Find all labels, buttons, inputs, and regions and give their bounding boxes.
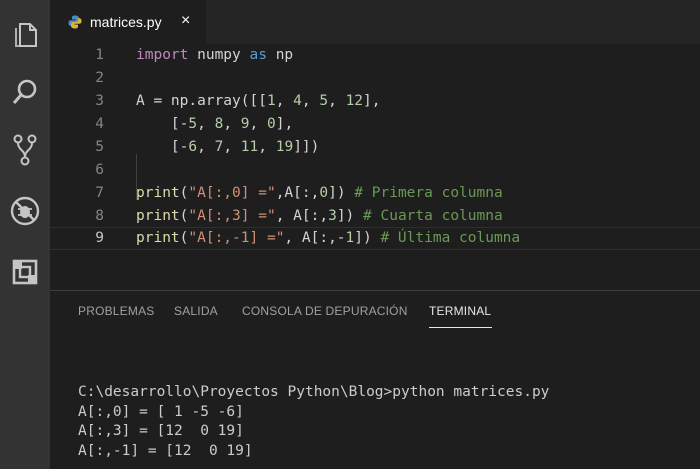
code-line[interactable]: 7 print("A[:,0] =",A[:,0]) # Primera colu… xyxy=(50,182,700,205)
line-number: 1 xyxy=(95,47,104,63)
code-token: , xyxy=(328,93,346,109)
code-token: , xyxy=(223,116,241,132)
tab-matrices-py[interactable]: matrices.py × xyxy=(50,0,206,44)
code-text: A = np.array([[1, 4, 5, 12], xyxy=(136,90,381,113)
activity-bar xyxy=(0,0,50,469)
line-number: 9 xyxy=(95,230,104,246)
code-token: 9 xyxy=(240,116,250,132)
active-tab-indicator xyxy=(429,327,492,328)
code-line[interactable]: 9 print("A[:,-1] =", A[:,-1]) # Última co… xyxy=(50,227,700,250)
code-token: 12 xyxy=(345,93,364,109)
code-token: 1 xyxy=(266,93,276,109)
line-number: 3 xyxy=(95,93,104,109)
code-line[interactable]: 6 xyxy=(50,159,700,182)
code-token: , A[:, xyxy=(275,208,329,224)
code-token: ]) xyxy=(328,185,355,201)
code-line[interactable]: 5 [-6, 7, 11, 19]]) xyxy=(50,136,700,159)
code-text: import numpy as np xyxy=(136,44,293,67)
code-token: 5 xyxy=(188,116,198,132)
code-token: numpy xyxy=(188,47,250,63)
code-text: [-5, 8, 9, 0], xyxy=(136,113,293,136)
code-token: "A[:,0] =" xyxy=(188,185,276,201)
code-token: # Última columna xyxy=(380,230,521,246)
code-token: import xyxy=(136,47,189,63)
code-token: 5 xyxy=(319,93,329,109)
code-token: [- xyxy=(136,139,189,155)
code-text: print("A[:,3] =", A[:,3]) # Cuarta colum… xyxy=(136,205,503,228)
editor-tab-bar: matrices.py × xyxy=(50,0,700,44)
code-token: 1 xyxy=(345,230,355,246)
code-token: , xyxy=(197,139,215,155)
terminal-output-line-1: A[:,0] = [ 1 -5 -6] xyxy=(78,404,244,420)
code-line[interactable]: 2 xyxy=(50,67,700,90)
code-token: ]) xyxy=(336,208,364,224)
code-token: 4 xyxy=(293,93,302,109)
code-token: 11 xyxy=(240,139,259,155)
code-token: , xyxy=(223,139,241,155)
line-number: 8 xyxy=(95,208,104,224)
code-line[interactable]: 1 import numpy as np xyxy=(50,44,700,67)
code-token: [- xyxy=(136,116,189,132)
code-token: , xyxy=(249,116,267,132)
line-number: 2 xyxy=(95,70,104,86)
code-token: 6 xyxy=(188,139,198,155)
code-token: "A[:,3] =" xyxy=(188,208,276,224)
code-token: 3 xyxy=(328,208,337,224)
code-token: , xyxy=(197,116,215,132)
terminal-output-line-2: A[:,3] = [12 0 19] xyxy=(78,423,244,439)
line-number: 4 xyxy=(95,116,104,132)
code-token: "A[:,-1] =" xyxy=(188,230,285,246)
tab-terminal[interactable]: TERMINAL xyxy=(429,304,491,318)
code-token: # Cuarta columna xyxy=(363,208,503,224)
tab-consola-depuracion[interactable]: CONSOLA DE DEPURACIÓN xyxy=(242,304,408,318)
code-token: 0 xyxy=(267,116,276,132)
close-icon[interactable]: × xyxy=(181,12,190,30)
debug-icon[interactable] xyxy=(0,187,50,235)
code-token: as xyxy=(249,47,267,63)
code-text: [-6, 7, 11, 19]]) xyxy=(136,136,320,159)
code-token: ]]) xyxy=(293,139,320,155)
line-number: 5 xyxy=(95,139,104,155)
search-icon[interactable] xyxy=(0,68,50,116)
code-token: A = np.array([[ xyxy=(136,93,267,109)
code-token: print xyxy=(136,185,180,201)
code-token: ], xyxy=(363,93,381,109)
code-text: print("A[:,-1] =", A[:,-1]) # Última col… xyxy=(136,228,520,249)
code-token: , xyxy=(275,93,294,109)
code-line[interactable]: 3 A = np.array([[1, 4, 5, 12], xyxy=(50,90,700,113)
source-control-icon[interactable] xyxy=(0,126,50,174)
code-token: ], xyxy=(275,116,294,132)
code-line[interactable]: 4 [-5, 8, 9, 0], xyxy=(50,113,700,136)
terminal-output-line-3: A[:,-1] = [12 0 19] xyxy=(78,443,253,459)
code-token: ,A[:, xyxy=(275,185,320,201)
terminal-command-line: C:\desarrollo\Proyectos Python\Blog>pyth… xyxy=(78,384,550,400)
line-number: 7 xyxy=(95,185,104,201)
line-number: 6 xyxy=(95,162,104,178)
indent-guide xyxy=(136,154,137,200)
files-icon[interactable] xyxy=(0,10,50,58)
extensions-icon[interactable] xyxy=(0,248,50,296)
code-token: 0 xyxy=(319,185,329,201)
code-token: ]) xyxy=(354,230,381,246)
code-editor[interactable]: 1 import numpy as np 2 3 A = np.array([[1, 4… xyxy=(50,44,700,290)
code-token: # Primera columna xyxy=(354,185,503,201)
code-line[interactable]: 8 print("A[:,3] =", A[:,3]) # Cuarta colu… xyxy=(50,205,700,228)
code-token: , xyxy=(258,139,276,155)
python-file-icon xyxy=(68,15,82,34)
code-text: print("A[:,0] =",A[:,0]) # Primera colum… xyxy=(136,182,503,205)
code-token: 19 xyxy=(275,139,294,155)
code-token: print xyxy=(136,208,180,224)
tab-filename: matrices.py xyxy=(90,14,162,30)
code-token: np xyxy=(266,47,294,63)
bottom-panel: PROBLEMAS SALIDA CONSOLA DE DEPURACIÓN T… xyxy=(50,290,700,469)
code-token: print xyxy=(136,230,180,246)
tab-problemas[interactable]: PROBLEMAS xyxy=(78,304,155,318)
tab-salida[interactable]: SALIDA xyxy=(174,304,218,318)
code-token: , xyxy=(301,93,320,109)
code-token: , A[:,- xyxy=(284,230,346,246)
